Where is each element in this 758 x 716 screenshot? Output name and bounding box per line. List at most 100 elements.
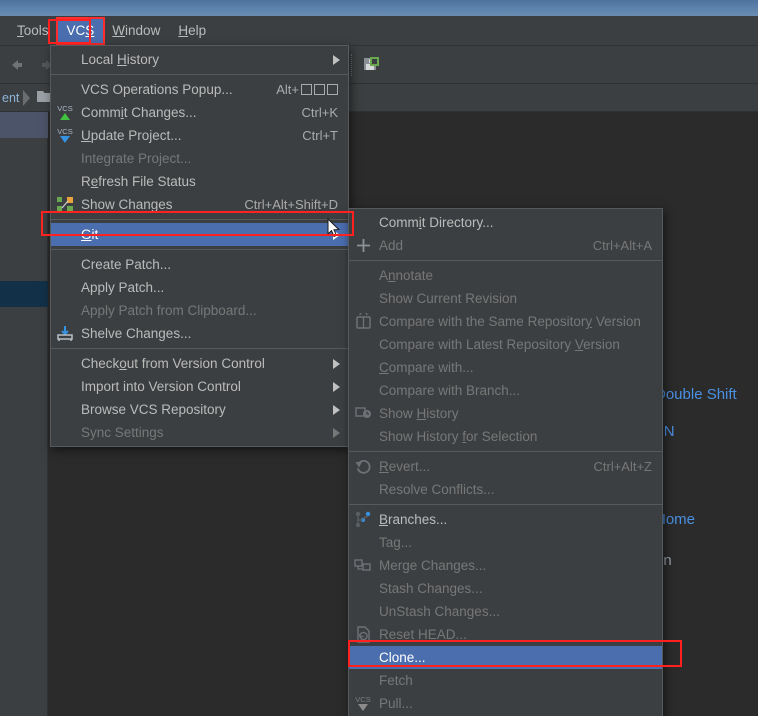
menu-item-stash-changes: Stash Changes... (349, 577, 662, 600)
menu-item-label: Compare with Latest Repository Version (377, 337, 656, 352)
menu-item-clone[interactable]: Clone... (349, 646, 662, 669)
back-arrow-icon[interactable] (0, 50, 32, 80)
menu-item-icon-none (349, 288, 377, 310)
submenu-chevron-icon (333, 359, 340, 369)
menu-item-icon-none (51, 224, 79, 246)
history-icon (349, 403, 377, 425)
menu-item-label: Clone... (377, 650, 656, 665)
menu-item-icon-none (349, 357, 377, 379)
menu-item-refresh-file-status[interactable]: Refresh File Status (51, 170, 348, 193)
menu-item-branches[interactable]: Branches... (349, 508, 662, 531)
menu-item-label: Git (79, 227, 325, 242)
menu-item-icon-none (51, 376, 79, 398)
menu-item-sync-settings: Sync Settings (51, 421, 348, 444)
menu-item-update-project[interactable]: VCSUpdate Project...Ctrl+T (51, 124, 348, 147)
menu-item-show-changes[interactable]: Show ChangesCtrl+Alt+Shift+D (51, 193, 348, 216)
menu-separator (51, 348, 348, 349)
menu-item-icon-none (51, 254, 79, 276)
menu-item-resolve-conflicts: Resolve Conflicts... (349, 478, 662, 501)
menubar-item-tools[interactable]: Tools (8, 19, 58, 43)
save-all-icon[interactable] (355, 50, 387, 80)
menu-item-icon-none (349, 578, 377, 600)
menu-item-shelve-changes[interactable]: Shelve Changes... (51, 322, 348, 345)
reset-head-icon (349, 624, 377, 646)
menu-item-icon-none (51, 300, 79, 322)
show-changes-icon (51, 194, 79, 216)
menu-item-tag: Tag... (349, 531, 662, 554)
menu-item-icon-none (51, 422, 79, 444)
menu-item-show-current-revision: Show Current Revision (349, 287, 662, 310)
menu-item-label: Import into Version Control (79, 379, 325, 394)
menu-separator (51, 219, 348, 220)
menubar-item-help[interactable]: Help (169, 19, 215, 43)
menu-item-label: Compare with... (377, 360, 656, 375)
menu-item-icon-none (349, 647, 377, 669)
menu-item-accelerator: Alt+ (250, 82, 342, 97)
menu-item-browse-vcs-repository[interactable]: Browse VCS Repository (51, 398, 348, 421)
menu-item-git[interactable]: Git (51, 223, 348, 246)
menu-item-commit-changes[interactable]: VCSCommit Changes...Ctrl+K (51, 101, 348, 124)
menu-item-apply-patch[interactable]: Apply Patch... (51, 276, 348, 299)
menu-separator (51, 74, 348, 75)
menu-item-label: Reset HEAD... (377, 627, 656, 642)
menu-item-vcs-operations-popup[interactable]: VCS Operations Popup...Alt+ (51, 78, 348, 101)
vcs-dropdown-menu[interactable]: Local History VCS Operations Popup...Alt+… (50, 45, 349, 447)
menu-item-label: Pull... (377, 696, 656, 711)
menu-item-label: Commit Changes... (79, 105, 276, 120)
vcs-pull-icon: VCS (349, 693, 377, 715)
left-strip-selection-band (0, 112, 48, 138)
menu-item-icon-none (51, 353, 79, 375)
revert-icon (349, 456, 377, 478)
menu-item-label: Sync Settings (79, 425, 325, 440)
menu-item-icon-none (51, 148, 79, 170)
menubar-item-vcs[interactable]: VCS (58, 19, 104, 43)
menu-item-show-history-for-selection: Show History for Selection (349, 425, 662, 448)
menu-item-compare-with-latest-repository-version: Compare with Latest Repository Version (349, 333, 662, 356)
menu-item-label: Merge Changes... (377, 558, 656, 573)
menu-item-label: VCS Operations Popup... (79, 82, 250, 97)
menu-item-add: AddCtrl+Alt+A (349, 234, 662, 257)
menu-item-local-history[interactable]: Local History (51, 48, 348, 71)
menu-item-unstash-changes: UnStash Changes... (349, 600, 662, 623)
menu-item-pull: VCSPull... (349, 692, 662, 715)
vcs-down-icon: VCS (51, 125, 79, 147)
menu-item-merge-changes: Merge Changes... (349, 554, 662, 577)
menu-item-annotate: Annotate (349, 264, 662, 287)
add-plus-icon (349, 235, 377, 257)
menu-separator (349, 504, 662, 505)
git-submenu[interactable]: Commit Directory...AddCtrl+Alt+A Annotate… (348, 208, 663, 716)
menu-item-accelerator: Ctrl+Alt+Z (567, 459, 656, 474)
menu-item-create-patch[interactable]: Create Patch... (51, 253, 348, 276)
window-titlebar (0, 0, 758, 16)
menu-item-accelerator: Ctrl+Alt+Shift+D (218, 197, 342, 212)
menu-item-icon-none (51, 79, 79, 101)
menu-item-label: Stash Changes... (377, 581, 656, 596)
menu-item-accelerator: Ctrl+K (276, 105, 342, 120)
mouse-cursor-icon (327, 218, 341, 243)
menu-item-revert: Revert...Ctrl+Alt+Z (349, 455, 662, 478)
menu-item-label: Revert... (377, 459, 567, 474)
menu-item-label: Resolve Conflicts... (377, 482, 656, 497)
menu-item-accelerator: Ctrl+T (276, 128, 342, 143)
menu-item-label: Compare with the Same Repository Version (377, 314, 656, 329)
menu-item-show-history: Show History (349, 402, 662, 425)
menu-item-label: Show History for Selection (377, 429, 656, 444)
menu-item-label: Apply Patch... (79, 280, 342, 295)
submenu-chevron-icon (333, 55, 340, 65)
menu-item-icon-none (349, 532, 377, 554)
menubar-item-window[interactable]: Window (103, 19, 169, 43)
branches-icon (349, 509, 377, 531)
menu-item-compare-with-branch: Compare with Branch... (349, 379, 662, 402)
menu-item-label: Tag... (377, 535, 656, 550)
menu-item-label: Create Patch... (79, 257, 342, 272)
shelve-icon (51, 323, 79, 345)
menu-item-commit-directory[interactable]: Commit Directory... (349, 211, 662, 234)
menu-item-label: Browse VCS Repository (79, 402, 325, 417)
menu-item-label: Local History (79, 52, 325, 67)
menu-item-import-into-version-control[interactable]: Import into Version Control (51, 375, 348, 398)
menu-item-icon-none (349, 380, 377, 402)
vcs-up-icon: VCS (51, 102, 79, 124)
menu-item-label: Refresh File Status (79, 174, 342, 189)
menu-item-icon-none (51, 277, 79, 299)
menu-item-checkout-from-version-control[interactable]: Checkout from Version Control (51, 352, 348, 375)
